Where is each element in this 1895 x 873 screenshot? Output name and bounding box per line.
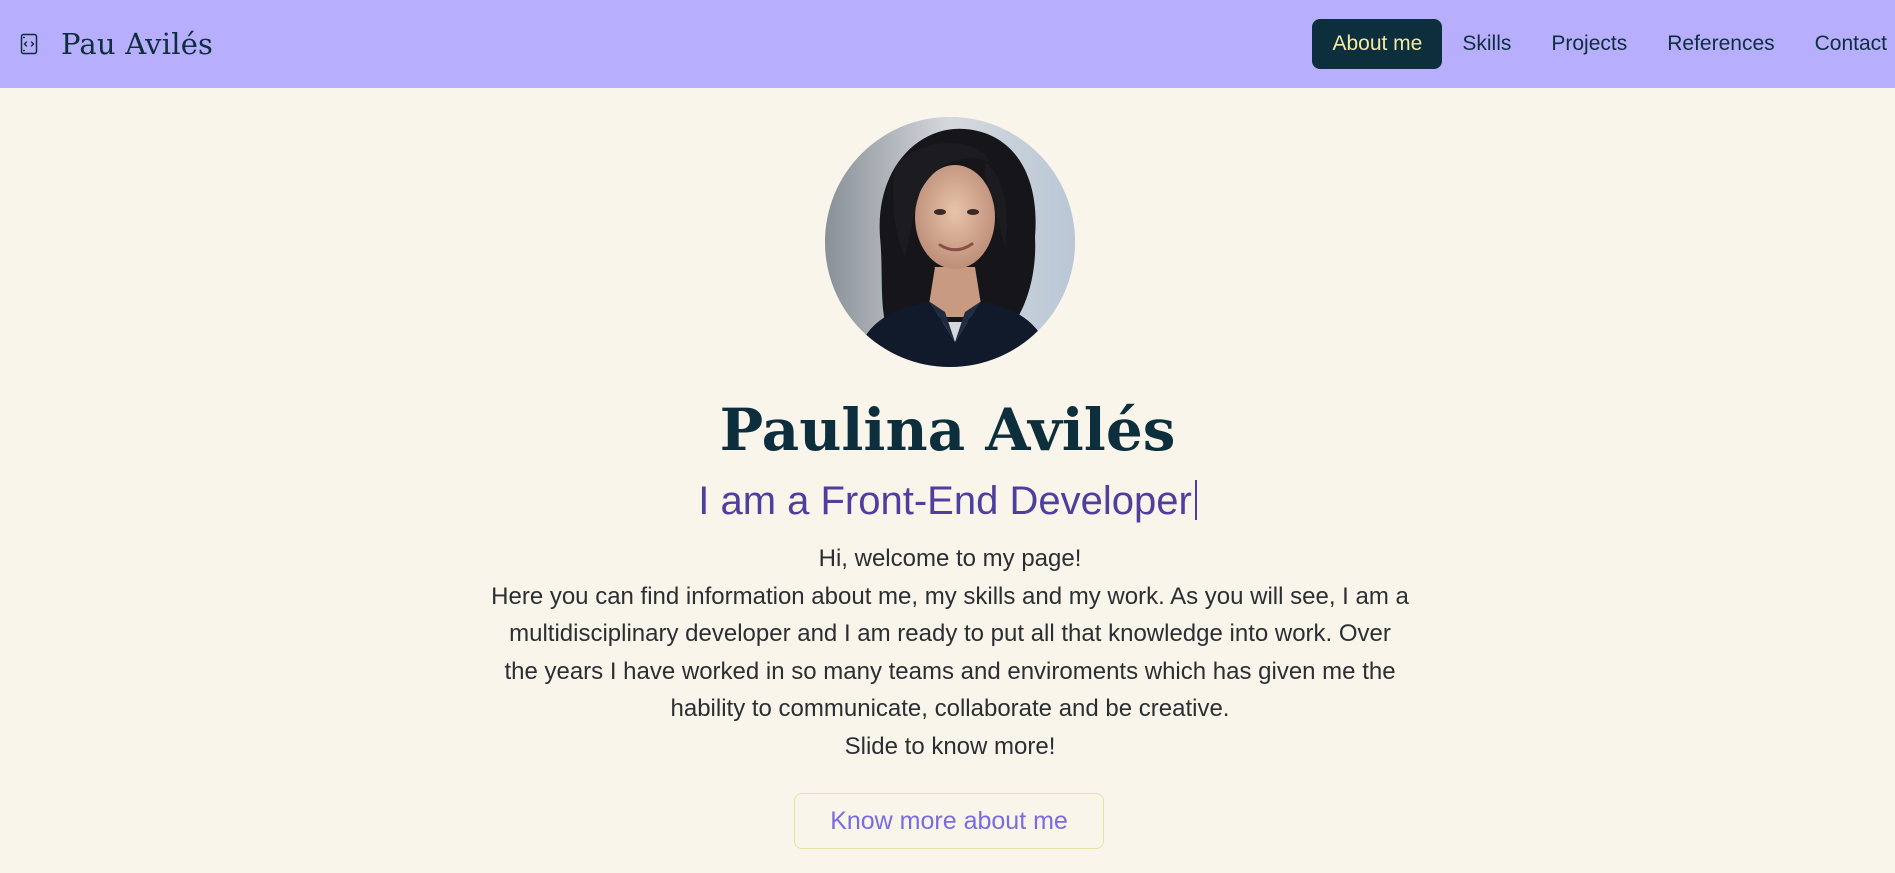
page-title: Paulina Avilés xyxy=(719,396,1176,464)
typing-caret xyxy=(1194,480,1197,520)
nav-projects[interactable]: Projects xyxy=(1531,20,1647,68)
tagline-text: I am a Front-End Developer xyxy=(698,479,1192,523)
intro-paragraph: Here you can find information about me, … xyxy=(491,582,1409,723)
nav-references[interactable]: References xyxy=(1647,20,1794,68)
typing-tagline: I am a Front-End Developer xyxy=(0,477,1895,525)
top-navbar: Pau Avilés About me Skills Projects Refe… xyxy=(0,0,1895,88)
main-nav: About me Skills Projects References Cont… xyxy=(1312,0,1895,88)
nav-contact[interactable]: Contact xyxy=(1795,20,1895,68)
brand-name: Pau Avilés xyxy=(61,27,214,61)
brand-link[interactable]: Pau Avilés xyxy=(19,27,213,61)
nav-about-me[interactable]: About me xyxy=(1312,19,1443,69)
nav-skills[interactable]: Skills xyxy=(1442,20,1531,68)
intro-prompt: Slide to know more! xyxy=(844,732,1056,760)
know-more-button[interactable]: Know more about me xyxy=(794,793,1104,849)
intro-text: Hi, welcome to my page! Here you can fin… xyxy=(490,540,1410,765)
file-code-icon xyxy=(19,33,39,55)
profile-photo xyxy=(825,117,1075,367)
intro-greeting: Hi, welcome to my page! xyxy=(818,545,1082,572)
